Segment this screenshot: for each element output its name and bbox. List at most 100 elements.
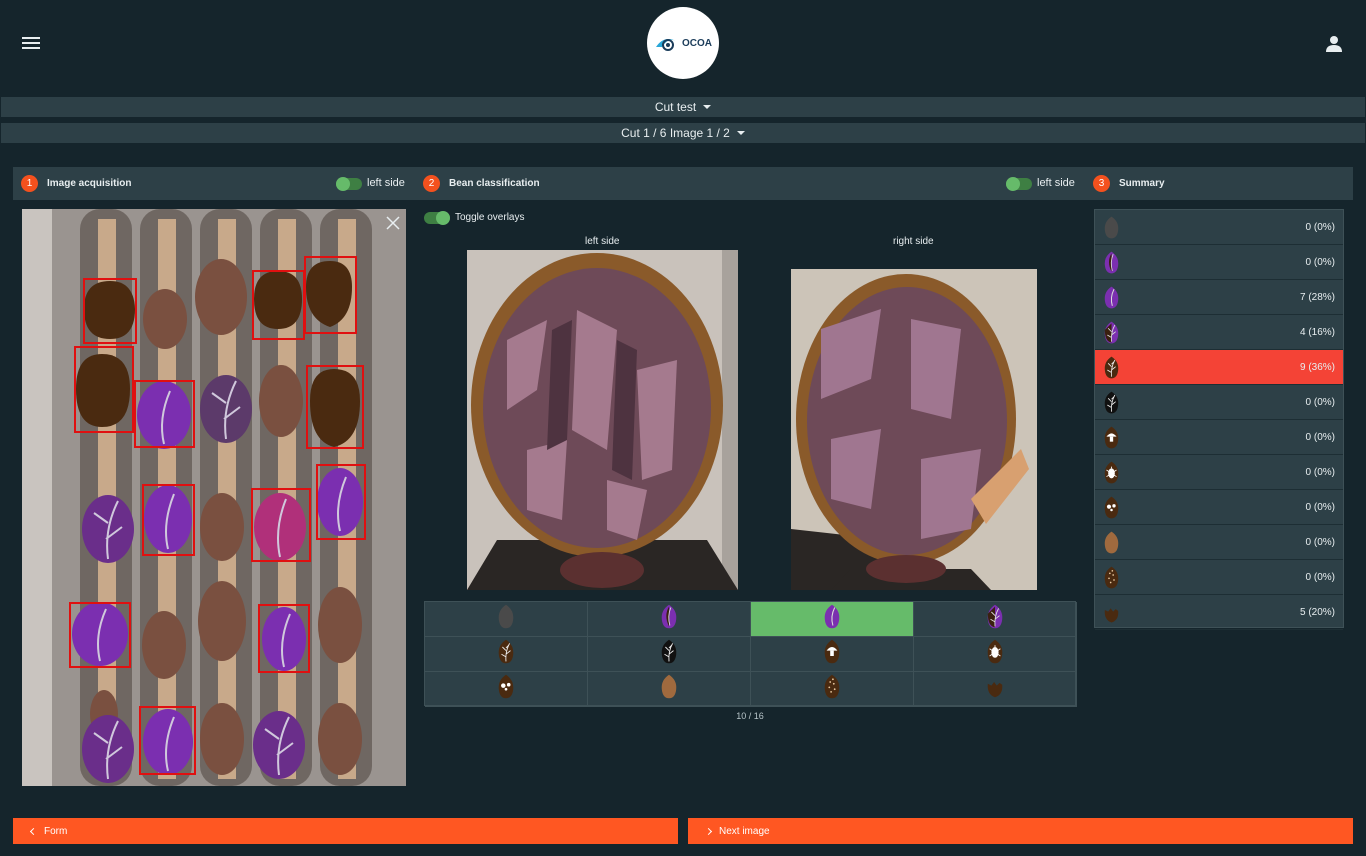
summary-row: 4 (16%) — [1095, 315, 1343, 350]
menu-icon[interactable] — [22, 37, 40, 50]
bean-class-option[interactable] — [588, 637, 751, 672]
chevron-left-icon — [29, 827, 38, 835]
caret-down-icon — [736, 131, 745, 135]
purple-bean-icon — [823, 603, 841, 635]
bean-class-option[interactable] — [588, 672, 751, 707]
right-side-bean-image — [791, 269, 1037, 590]
summary-value: 0 (0%) — [1305, 572, 1335, 583]
bean-class-option[interactable] — [914, 602, 1077, 637]
form-back-label: Form — [44, 825, 68, 837]
slightly-purple-bean-icon — [1103, 250, 1120, 280]
close-icon[interactable] — [385, 215, 401, 231]
step-1-label[interactable]: Image acquisition — [47, 178, 131, 189]
slaty-bean-icon — [497, 603, 515, 635]
step-1-side-toggle[interactable] — [336, 177, 362, 191]
summary-value: 0 (0%) — [1305, 502, 1335, 513]
cut-selector-label: Cut 1 / 6 Image 1 / 2 — [621, 126, 730, 140]
chevron-right-icon — [704, 827, 713, 835]
summary-row: 0 (0%) — [1095, 210, 1343, 245]
overlay-toggle-label: Toggle overlays — [455, 212, 525, 223]
insect-bean-icon — [1103, 460, 1120, 490]
step-2-toggle-label: left side — [1037, 177, 1075, 189]
bean-class-option[interactable] — [588, 602, 751, 637]
broken-bean-icon — [1103, 600, 1120, 630]
summary-value: 4 (16%) — [1299, 327, 1335, 338]
bean-class-option[interactable] — [425, 602, 588, 637]
germinated-bean-icon — [1103, 495, 1120, 525]
overlay-toggle[interactable] — [424, 211, 450, 225]
summary-panel: 0 (0%) 0 (0%) 7 (28%) 4 (16%) 9 (36%) 0 (0%) 0… — [1094, 209, 1344, 630]
slaty-bean-icon — [1103, 215, 1120, 245]
brown-bean-icon — [1103, 355, 1120, 385]
summary-row: 0 (0%) — [1095, 525, 1343, 560]
summary-value: 0 (0%) — [1305, 432, 1335, 443]
test-selector-label: Cut test — [654, 100, 697, 114]
summary-row: 7 (28%) — [1095, 280, 1343, 315]
spotted-bean-icon — [823, 673, 841, 705]
purple-bean-icon — [1103, 285, 1120, 315]
slightly-purple-bean-icon — [660, 603, 678, 635]
broken-bean-icon — [986, 673, 1004, 705]
mouldy-bean-icon — [1103, 425, 1120, 455]
step-3-number: 3 — [1093, 175, 1110, 192]
purple-brown-bean-icon — [986, 603, 1004, 635]
next-image-label: Next image — [719, 825, 770, 837]
steps-bar: 1 Image acquisition left side 2 Bean cla… — [13, 167, 1353, 200]
toggle-knob — [1006, 177, 1020, 191]
left-side-bean-image — [467, 250, 738, 590]
form-back-button[interactable]: Form — [13, 818, 678, 844]
black-bean-icon — [1103, 390, 1120, 420]
summary-row: 9 (36%) — [1095, 350, 1343, 385]
spotted-bean-icon — [1103, 565, 1120, 595]
bean-class-option[interactable] — [425, 637, 588, 672]
bean-class-option[interactable] — [914, 637, 1077, 672]
right-side-label: right side — [893, 236, 934, 247]
black-bean-icon — [660, 638, 678, 670]
summary-row: 0 (0%) — [1095, 560, 1343, 595]
bean-class-grid — [424, 601, 1077, 707]
cut-bean-right-photo — [791, 269, 1037, 590]
bean-class-option[interactable] — [914, 672, 1077, 707]
bean-class-option[interactable] — [751, 672, 914, 707]
summary-value: 0 (0%) — [1305, 222, 1335, 233]
step-2-number: 2 — [423, 175, 440, 192]
next-image-button[interactable]: Next image — [688, 818, 1353, 844]
step-2-side-toggle[interactable] — [1006, 177, 1032, 191]
germinated-bean-icon — [497, 673, 515, 705]
board-photo — [22, 209, 406, 786]
summary-row: 0 (0%) — [1095, 490, 1343, 525]
summary-value: 5 (20%) — [1299, 607, 1335, 618]
summary-row: 0 (0%) — [1095, 455, 1343, 490]
summary-value: 9 (36%) — [1299, 362, 1335, 373]
summary-row: 0 (0%) — [1095, 385, 1343, 420]
flat-bean-icon — [1103, 530, 1120, 560]
step-3-label[interactable]: Summary — [1119, 178, 1165, 189]
toggle-knob — [436, 211, 450, 225]
summary-row: 0 (0%) — [1095, 420, 1343, 455]
logo-text: OCOA — [682, 37, 712, 49]
bean-counter: 10 / 16 — [736, 711, 764, 721]
bean-class-option[interactable] — [751, 602, 914, 637]
step-1-toggle-label: left side — [367, 177, 405, 189]
cut-test-board-image[interactable] — [22, 209, 406, 786]
summary-value: 0 (0%) — [1305, 467, 1335, 478]
test-selector[interactable]: Cut test — [1, 97, 1365, 117]
summary-value: 0 (0%) — [1305, 537, 1335, 548]
summary-value: 7 (28%) — [1299, 292, 1335, 303]
cut-selector[interactable]: Cut 1 / 6 Image 1 / 2 — [1, 123, 1365, 143]
summary-value: 0 (0%) — [1305, 397, 1335, 408]
step-1-number: 1 — [21, 175, 38, 192]
bean-class-option[interactable] — [425, 672, 588, 707]
summary-row: 0 (0%) — [1095, 245, 1343, 280]
app-logo: OCOA — [647, 7, 719, 79]
summary-value: 0 (0%) — [1305, 257, 1335, 268]
toggle-knob — [336, 177, 350, 191]
eye-logo-icon — [656, 39, 676, 51]
cut-bean-left-photo — [467, 250, 738, 590]
step-2-label[interactable]: Bean classification — [449, 178, 540, 189]
left-side-label: left side — [585, 236, 620, 247]
user-icon[interactable] — [1324, 34, 1344, 54]
bean-class-option[interactable] — [751, 637, 914, 672]
mouldy-bean-icon — [823, 638, 841, 670]
purple-brown-bean-icon — [1103, 320, 1120, 350]
